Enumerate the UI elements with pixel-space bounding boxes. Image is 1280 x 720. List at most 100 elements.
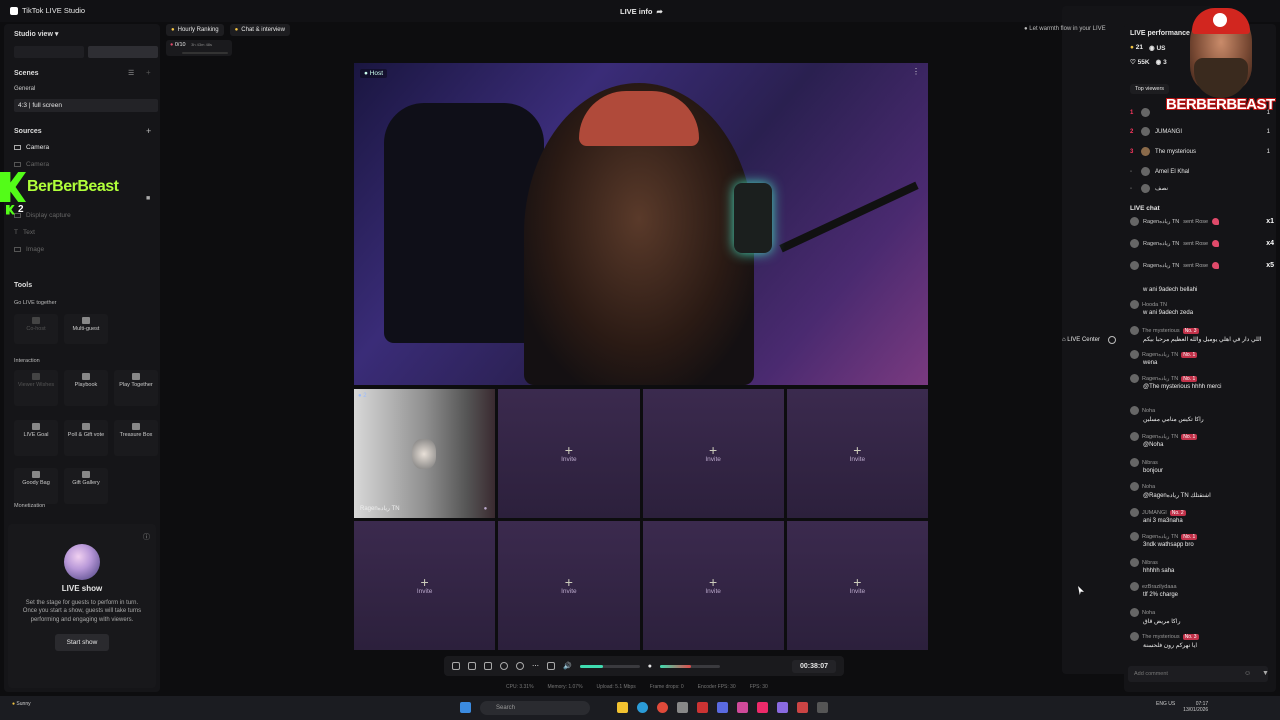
playbook-tool[interactable]: Playbook [64,370,108,406]
ranking-progress[interactable]: ● 0/10 3h 43m 48s [166,40,232,56]
viewer-row[interactable]: 3 The mysterious 1 [1130,147,1270,156]
record-icon[interactable] [500,662,508,670]
effects-icon[interactable] [452,662,460,670]
viewer-row[interactable]: - نصف [1130,184,1270,193]
plus-icon: + [709,442,718,458]
volume-icon[interactable]: 🔊 [563,662,572,670]
start-show-button[interactable]: Start show [54,634,110,652]
goody-bag-tool[interactable]: Goody Bag [14,468,58,504]
viewer-row[interactable]: 2 JUMANGI 1 [1130,127,1270,136]
chat-message[interactable]: w ani 9adech bellahi [1130,286,1272,293]
fps-stat: FPS: 30 [749,684,768,690]
mic-slider[interactable] [659,664,720,668]
source-text[interactable]: T Text [14,229,35,236]
invite-slot[interactable]: + Invite [642,521,784,650]
chat-message[interactable]: Ragenرياده TN No. 1 3ndk wathsapp bro [1130,532,1272,548]
mic-icon[interactable]: ● [648,663,652,670]
chat-message[interactable]: Nibras bonjour [1130,458,1272,474]
filter-icon[interactable]: ▼ [1262,670,1269,677]
app-icon[interactable] [817,702,828,713]
add-source-icon[interactable]: + [146,126,151,136]
help-icon[interactable]: ⓘ [143,532,150,542]
invite-slot[interactable]: + Invite [642,389,784,518]
app-icon[interactable] [677,702,688,713]
chat-message[interactable]: Noha راكا تكيس منامي مسلين [1130,406,1272,423]
chat-message[interactable]: Ragenرياده TN No. 1 @The mysterious hhhh m… [1130,374,1272,390]
guest-slot-1[interactable]: ● 2 Ragenرياده TN ● [354,389,496,518]
portrait-toggle[interactable] [14,46,84,58]
viewer-row[interactable]: - Amel El Khal [1130,167,1270,176]
invite-slot[interactable]: + Invite [354,521,496,650]
system-tray[interactable]: ENG US 07:17 13/01/2026 [1156,701,1208,713]
chat-message[interactable]: Noha @Ragenرياده TN اشتقتلك [1130,482,1272,499]
source-camera-2[interactable]: Camera [14,161,49,168]
windows-start-icon[interactable] [460,702,471,713]
volume-slider[interactable] [579,664,640,668]
chat-message[interactable]: The mysterious No. 3 اللي دار في اهلي يومي… [1130,326,1272,343]
chat-message[interactable]: Hooda TN w ani 9adech zeda [1130,300,1272,316]
chat-interview-button[interactable]: ● Chat & interview [229,24,290,36]
warmth-banner[interactable]: ● Let warmth flow in your LIVE [1024,26,1106,32]
app-icon[interactable] [737,702,748,713]
chat-message[interactable]: The mysterious No. 3 ايا نهركم رون فلحسنة [1130,632,1272,649]
chat-message[interactable]: Ragenرياده TN No. 1 wena [1130,350,1272,366]
chat-message[interactable]: Noha راكا مريض قاق [1130,608,1272,625]
source-image[interactable]: Image [14,246,44,253]
file-explorer-icon[interactable] [617,702,628,713]
mic-icon[interactable]: ● [484,506,488,512]
invite-slot[interactable]: + Invite [498,389,640,518]
chat-message[interactable]: Nibras hhhhh saha [1130,558,1272,574]
invite-slot[interactable]: + Invite [498,521,640,650]
chrome-icon[interactable] [657,702,668,713]
mixer-icon[interactable] [547,662,555,670]
layout-icon[interactable] [468,662,476,670]
tiktok-icon[interactable] [757,702,768,713]
hourly-ranking-button[interactable]: ● Hourly Ranking [166,24,224,36]
live-info-button[interactable]: LIVE info ➦ [620,7,663,16]
treasure-box-tool[interactable]: Treasure Box [114,420,158,456]
studio-view-dropdown[interactable]: Studio view ▾ [14,30,58,38]
chat-message[interactable]: ezBrazilydaaa tlf 2% charge [1130,582,1272,598]
invite-slot[interactable]: + Invite [786,389,928,518]
play-together-tool[interactable]: Play Together [114,370,158,406]
language-indicator[interactable]: ENG US [1156,701,1175,713]
avatar [1141,147,1150,156]
invite-slot[interactable]: + Invite [786,521,928,650]
app-icon[interactable] [697,702,708,713]
bell-icon[interactable] [1107,336,1116,344]
taskbar-search[interactable]: Search [480,701,590,715]
chat-text: ايا نهركم رون فلحسنة [1143,643,1198,649]
more-icon[interactable]: ⋯ [532,662,539,670]
app-icon[interactable] [777,702,788,713]
live-center-button[interactable]: ⌂ LIVE Center [1062,337,1100,343]
co-host-tool[interactable]: Co-host [14,314,58,344]
screen-icon[interactable] [484,662,492,670]
landscape-toggle[interactable] [88,46,158,58]
viewer-wishes-tool[interactable]: Viewer Wishes [14,370,58,406]
app-icon[interactable] [717,702,728,713]
viewer-rank: 3 [1130,148,1134,155]
live-goal-tool[interactable]: LIVE Goal [14,420,58,456]
disco-ball-icon [64,544,100,580]
list-icon[interactable]: ☰ [128,69,134,77]
gift-action: sent Rose [1183,240,1209,247]
clock[interactable]: 07:17 13/01/2026 [1183,701,1208,713]
host-video[interactable]: ● Host ⋮ [354,63,928,385]
app-icon[interactable] [797,702,808,713]
edge-icon[interactable] [637,702,648,713]
multi-guest-tool[interactable]: Multi-guest [64,314,108,344]
scene-item[interactable]: 4:3 | full screen [14,99,158,112]
add-scene-icon[interactable]: + [146,68,151,77]
chat-message[interactable]: Ragenرياده TN No. 1 @Noha [1130,432,1272,448]
poll-gift-tool[interactable]: Poll & Gift vote [64,420,108,456]
microphone [734,183,772,253]
viewer-count: 2 [18,204,24,215]
lock-icon[interactable]: ■ [146,195,150,202]
source-camera[interactable]: Camera [14,144,49,151]
chat-message[interactable]: JUMANGI No. 2 ani 3 ma3naha [1130,508,1272,524]
more-options-icon[interactable]: ⋮ [912,67,920,76]
weather-widget[interactable]: ● Sunny [12,701,31,707]
gift-gallery-tool[interactable]: Gift Gallery [64,468,108,504]
emoji-icon[interactable]: ☺ [1244,670,1251,677]
camera-switch-icon[interactable] [516,662,524,670]
